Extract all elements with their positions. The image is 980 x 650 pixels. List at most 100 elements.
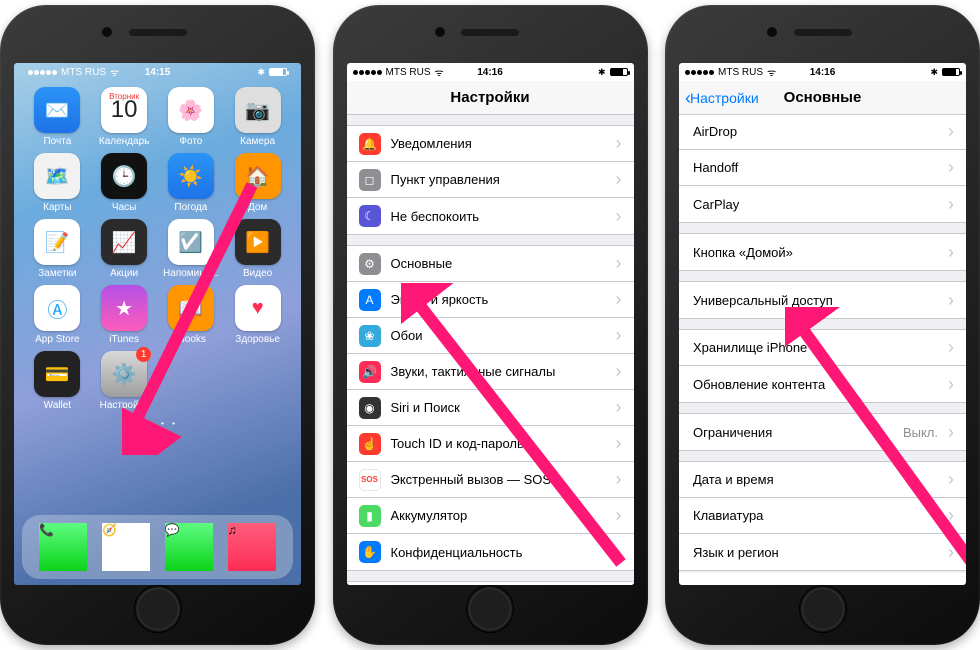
row-label: Основные <box>391 256 453 271</box>
settings-row[interactable]: ⚙Основные› <box>347 246 634 282</box>
navbar: Настройки <box>347 81 634 115</box>
row-label: Дата и время <box>693 472 774 487</box>
settings-row[interactable]: ☾Не беспокоить› <box>347 198 634 234</box>
settings-row[interactable]: ◻Пункт управления› <box>347 162 634 198</box>
settings-list[interactable]: 🔔Уведомления›◻Пункт управления›☾Не беспо… <box>347 115 634 585</box>
settings-row[interactable]: Кнопка «Домой» › <box>679 234 966 270</box>
app-iTunes[interactable]: ★iTunes <box>93 285 156 345</box>
settings-row[interactable]: Язык и регион› <box>679 534 966 570</box>
app-label: Дом <box>248 202 267 213</box>
chevron-right-icon: › <box>948 469 954 490</box>
row-label: Экран и яркость <box>391 292 489 307</box>
settings-row[interactable]: Универсальный доступ› <box>679 282 966 318</box>
row-icon: A <box>359 289 381 311</box>
app-Погода[interactable]: ☀️Погода <box>160 153 223 213</box>
app-Фото[interactable]: 🌸Фото <box>160 87 223 147</box>
app-label: Видео <box>243 268 272 279</box>
chevron-right-icon: › <box>616 206 622 227</box>
settings-row[interactable]: Дата и время › <box>679 462 966 498</box>
settings-row[interactable]: ❀Обои› <box>347 318 634 354</box>
app-label: Напомина... <box>163 268 219 279</box>
row-label: Кнопка «Домой» <box>693 245 793 260</box>
row-label: Универсальный доступ <box>693 293 833 308</box>
settings-row[interactable]: AЭкран и яркость› <box>347 282 634 318</box>
settings-row[interactable]: ☝Touch ID и код-пароль› <box>347 426 634 462</box>
app-Видео[interactable]: ▶️Видео <box>226 219 289 279</box>
app-App Store[interactable]: ⒶApp Store <box>26 285 89 345</box>
settings-row[interactable]: ▮Аккумулятор› <box>347 498 634 534</box>
app-Заметки[interactable]: 📝 Заметки <box>26 219 89 279</box>
page-indicator[interactable]: • ● • • <box>22 419 293 428</box>
settings-row[interactable]: AirDrop› <box>679 114 966 150</box>
app-icon: 🕒 <box>101 153 147 199</box>
chevron-right-icon: › <box>616 505 622 526</box>
chevron-right-icon: › <box>948 157 954 178</box>
row-label: Обновление контента <box>693 377 825 392</box>
settings-row[interactable]: ⒶiTunes Store и App Store› <box>347 582 634 585</box>
app-Камера[interactable]: 📷Камера <box>226 87 289 147</box>
app-Wallet[interactable]: 💳Wallet <box>26 351 89 411</box>
dock-app[interactable]: 📞 <box>39 523 87 571</box>
dock-app[interactable]: ♫ <box>228 523 276 571</box>
chevron-right-icon: › <box>948 505 954 526</box>
row-icon: ❀ <box>359 325 381 347</box>
row-icon: ▮ <box>359 505 381 527</box>
chevron-right-icon: › <box>616 133 622 154</box>
row-label: AirDrop <box>693 124 737 139</box>
settings-row[interactable]: CarPlay› <box>679 186 966 222</box>
back-button[interactable]: ‹ Настройки <box>685 90 759 106</box>
app-Акции[interactable]: 📈Акции <box>93 219 156 279</box>
app-Здоровье[interactable]: ♥ Здоровье <box>226 285 289 345</box>
app-grid: ⒶApp Store★iTunes📖iBooks ♥ Здоровье <box>22 279 293 345</box>
row-label: Touch ID и код-пароль <box>391 436 524 451</box>
dock-app[interactable]: 💬 <box>165 523 213 571</box>
phone-1: MTS RUS ᯤ 14:15 ✱ ✉️ПочтаВторник10Календ… <box>0 5 315 645</box>
app-Карты[interactable]: 🗺️Карты <box>26 153 89 213</box>
app-Почта[interactable]: ✉️Почта <box>26 87 89 147</box>
app-Дом[interactable]: 🏠Дом <box>226 153 289 213</box>
page-title: Настройки <box>450 89 529 106</box>
app-icon: 📖 <box>168 285 214 331</box>
row-label: Хранилище iPhone <box>693 340 807 355</box>
app-label: Акции <box>110 268 138 279</box>
app-Часы[interactable]: 🕒Часы <box>93 153 156 213</box>
chevron-right-icon: › <box>948 242 954 263</box>
row-label: Конфиденциальность <box>391 545 523 560</box>
app-grid: 🗺️Карты🕒Часы☀️Погода🏠Дом <box>22 147 293 213</box>
settings-row[interactable]: Клавиатура › <box>679 498 966 534</box>
settings-row[interactable]: SOSЭкстренный вызов — SOS› <box>347 462 634 498</box>
app-label: Здоровье <box>235 334 280 345</box>
app-label: App Store <box>35 334 79 345</box>
settings-row[interactable]: Обновление контента› <box>679 366 966 402</box>
status-bar: MTS RUS ᯤ 14:16 ✱ <box>347 63 634 81</box>
dock-app[interactable]: 🧭 <box>102 523 150 571</box>
chevron-right-icon: › <box>616 325 622 346</box>
settings-row[interactable]: ✋Конфиденциальность› <box>347 534 634 570</box>
settings-row[interactable]: 🔊Звуки, тактильные сигналы› <box>347 354 634 390</box>
app-icon: 📝 <box>34 219 80 265</box>
app-label: Камера <box>240 136 275 147</box>
clock: 14:16 <box>347 67 634 78</box>
settings-row[interactable]: ОграниченияВыкл.› <box>679 414 966 450</box>
app-grid: 💳Wallet⚙️1Настройки <box>22 345 293 411</box>
home-screen: MTS RUS ᯤ 14:15 ✱ ✉️ПочтаВторник10Календ… <box>14 63 301 585</box>
settings-row[interactable]: Хранилище iPhone› <box>679 330 966 366</box>
settings-row[interactable]: ◉Siri и Поиск› <box>347 390 634 426</box>
app-icon: ♥ <box>235 285 281 331</box>
app-icon: ☀️ <box>168 153 214 199</box>
app-Календарь[interactable]: Вторник10Календарь <box>93 87 156 147</box>
app-Настройки[interactable]: ⚙️1Настройки <box>93 351 156 411</box>
app-iBooks[interactable]: 📖iBooks <box>160 285 223 345</box>
app-icon: 🌸 <box>168 87 214 133</box>
clock: 14:15 <box>22 67 293 78</box>
app-label: Заметки <box>38 268 76 279</box>
row-icon: ⚙ <box>359 253 381 275</box>
settings-row[interactable]: Handoff› <box>679 150 966 186</box>
general-list[interactable]: AirDrop›Handoff›CarPlay› Кнопка «Домой»›… <box>679 103 966 573</box>
clock: 14:16 <box>679 67 966 78</box>
phone-3: MTS RUS ᯤ 14:16 ✱ ‹ Настройки Основные A… <box>665 5 980 645</box>
settings-row[interactable]: 🔔Уведомления› <box>347 126 634 162</box>
chevron-right-icon: › <box>616 169 622 190</box>
row-label: Клавиатура <box>693 508 763 523</box>
app-Напомина...[interactable]: ☑️Напомина... <box>160 219 223 279</box>
